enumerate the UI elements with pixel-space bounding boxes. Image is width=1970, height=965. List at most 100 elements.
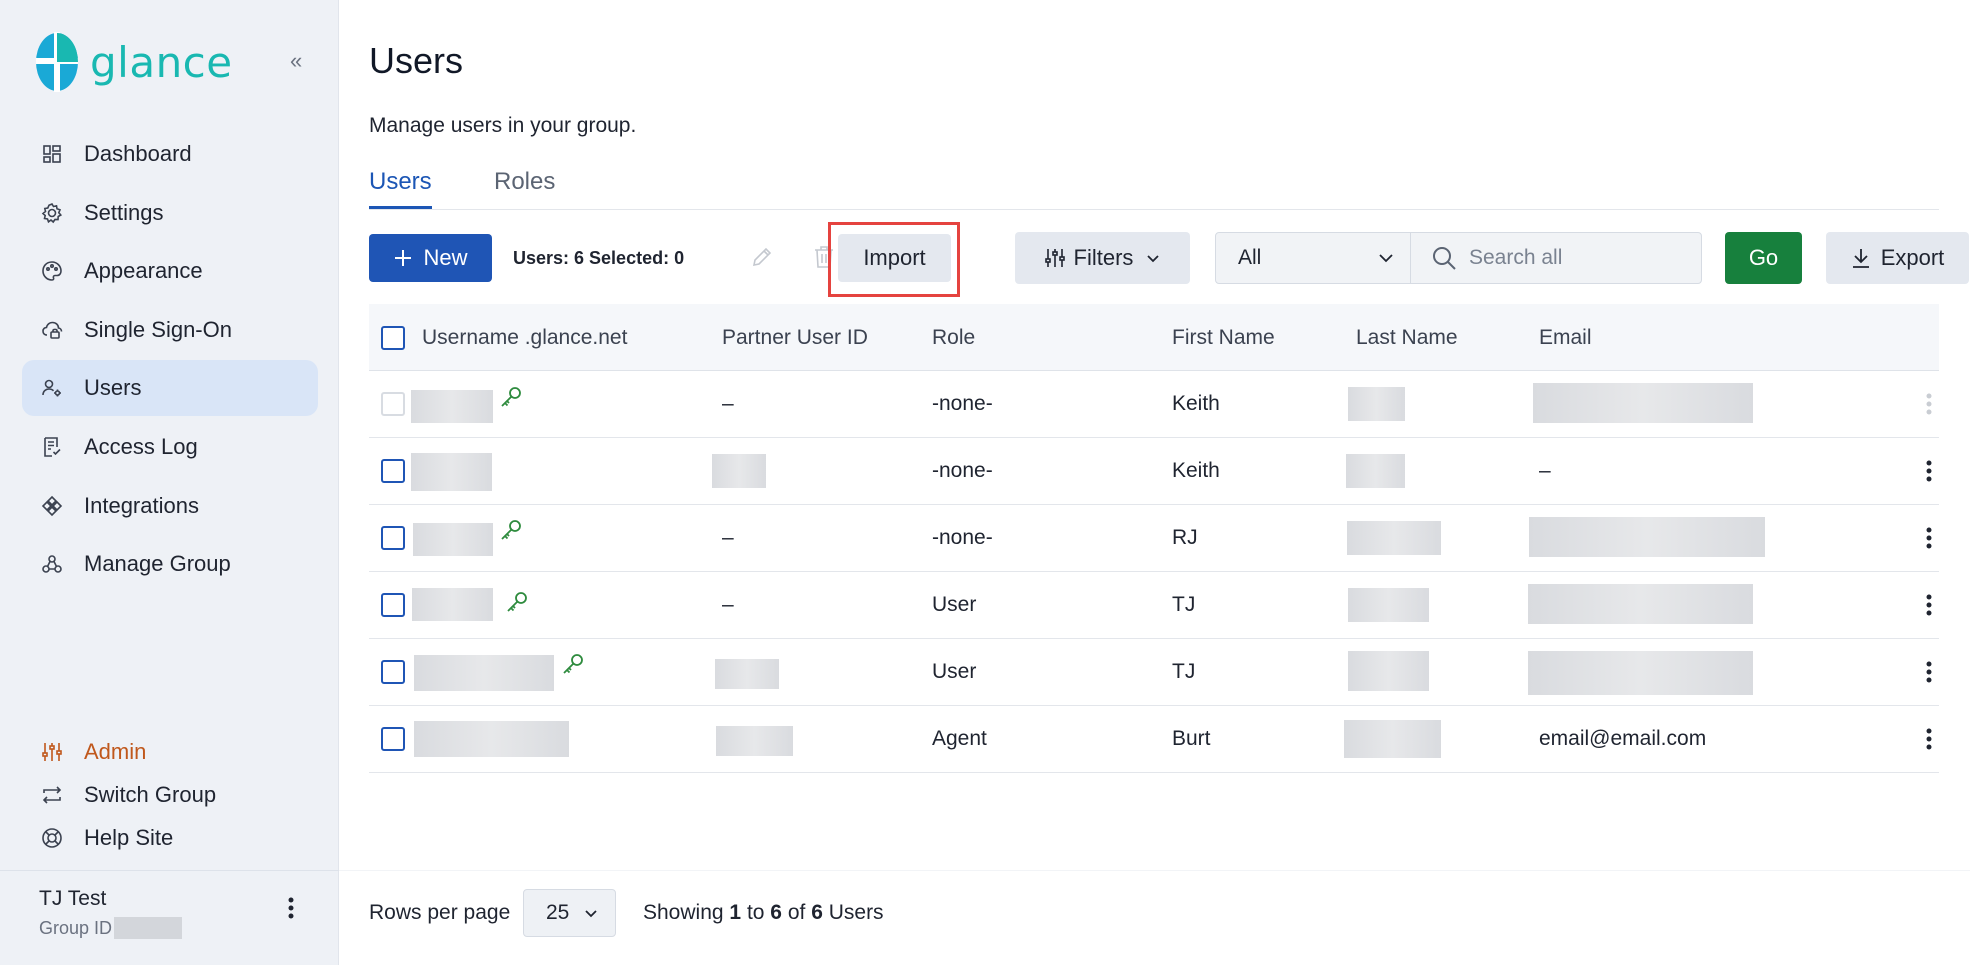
- search-scope-select[interactable]: All: [1215, 232, 1411, 284]
- sidebar-item-switch-group[interactable]: Switch Group: [22, 773, 318, 816]
- rows-per-page-select[interactable]: 25: [523, 889, 616, 937]
- table-row[interactable]: – -none- Keith: [369, 371, 1939, 438]
- row-actions-kebab-icon[interactable]: [1919, 389, 1939, 419]
- sliders-icon: [40, 740, 64, 764]
- search-icon: [1433, 247, 1456, 270]
- email-redacted: [1529, 517, 1765, 557]
- role: -none-: [932, 459, 993, 482]
- filters-icon: [1044, 249, 1065, 267]
- last-name-redacted: [1348, 387, 1405, 421]
- filters-button[interactable]: Filters: [1015, 232, 1190, 284]
- column-header-last-name[interactable]: Last Name: [1356, 326, 1458, 350]
- sidebar-nav: Dashboard Settings Appearance Single Sig…: [22, 126, 318, 595]
- row-actions-kebab-icon[interactable]: [1919, 456, 1939, 486]
- column-header-first-name[interactable]: First Name: [1172, 326, 1275, 350]
- plus-icon: [395, 250, 412, 266]
- sidebar-item-dashboard[interactable]: Dashboard: [22, 126, 318, 182]
- integrations-icon: [40, 494, 64, 518]
- partner-user-id: –: [722, 526, 734, 549]
- toolbar: New Users: 6 Selected: 0 Import Filters …: [369, 222, 1969, 297]
- row-actions-kebab-icon[interactable]: [1919, 523, 1939, 553]
- showing-of-word: of: [787, 901, 806, 924]
- row-checkbox[interactable]: [381, 526, 405, 550]
- sidebar-item-users[interactable]: Users: [22, 360, 318, 417]
- sidebar-item-admin[interactable]: Admin: [22, 730, 318, 773]
- showing-summary: Showing 1 to 6 of 6 Users: [643, 901, 884, 925]
- row-checkbox[interactable]: [381, 660, 405, 684]
- sidebar-item-manage-group[interactable]: Manage Group: [22, 536, 318, 592]
- search-input[interactable]: [1469, 246, 1689, 270]
- email-redacted: [1528, 651, 1753, 695]
- new-button-label: New: [423, 245, 468, 270]
- brand-name: glance: [90, 37, 233, 87]
- dashboard-icon: [40, 142, 64, 166]
- tab-roles[interactable]: Roles: [494, 168, 555, 206]
- collapse-sidebar-icon[interactable]: «: [290, 48, 302, 74]
- table-row[interactable]: Agent Burt email@email.com: [369, 706, 1939, 773]
- go-button[interactable]: Go: [1725, 232, 1802, 284]
- table-row[interactable]: – User TJ: [369, 572, 1939, 639]
- sidebar-item-label: Users: [84, 375, 142, 401]
- table-row[interactable]: – -none- RJ: [369, 505, 1939, 572]
- sidebar-item-label: Appearance: [84, 258, 203, 284]
- page-subtitle: Manage users in your group.: [369, 114, 637, 137]
- key-icon: [563, 654, 583, 674]
- partner-user-id-redacted: [715, 659, 779, 689]
- import-button[interactable]: Import: [838, 234, 951, 282]
- chevron-down-icon: [1379, 254, 1393, 263]
- sidebar-item-settings[interactable]: Settings: [22, 185, 318, 241]
- tab-users[interactable]: Users: [369, 168, 432, 209]
- glance-logo[interactable]: glance: [36, 32, 233, 92]
- last-name-redacted: [1348, 588, 1429, 622]
- sidebar-item-integrations[interactable]: Integrations: [22, 478, 318, 534]
- search-scope-value: All: [1238, 246, 1262, 269]
- role: Agent: [932, 727, 987, 750]
- cloud-lock-icon: [40, 318, 64, 342]
- group-icon: [40, 552, 64, 576]
- table-row[interactable]: -none- Keith –: [369, 438, 1939, 505]
- row-actions-kebab-icon[interactable]: [1919, 657, 1939, 687]
- sidebar-item-label: Switch Group: [84, 781, 217, 807]
- main-content: Users Manage users in your group. Users …: [339, 0, 1970, 965]
- sidebar-item-appearance[interactable]: Appearance: [22, 243, 318, 299]
- sidebar-item-help-site[interactable]: Help Site: [22, 816, 318, 859]
- email: email@email.com: [1539, 727, 1707, 750]
- row-checkbox[interactable]: [381, 392, 405, 416]
- table-row[interactable]: User TJ: [369, 639, 1939, 706]
- column-header-role[interactable]: Role: [932, 326, 975, 350]
- export-button[interactable]: Export: [1826, 232, 1969, 284]
- user-menu-kebab-icon[interactable]: [288, 895, 294, 926]
- sidebar-item-label: Manage Group: [84, 551, 231, 577]
- gear-icon: [40, 201, 64, 225]
- switch-icon: [40, 783, 64, 807]
- download-icon: [1852, 249, 1869, 268]
- group-id-label: Group ID: [39, 917, 113, 938]
- last-name-redacted: [1348, 651, 1429, 691]
- sidebar-item-single-sign-on[interactable]: Single Sign-On: [22, 302, 318, 358]
- row-checkbox[interactable]: [381, 727, 405, 751]
- new-user-button[interactable]: New: [369, 234, 492, 282]
- row-checkbox[interactable]: [381, 459, 405, 483]
- rows-per-page-value: 25: [546, 901, 570, 924]
- column-header-partner-user-id[interactable]: Partner User ID: [722, 326, 868, 350]
- partner-user-id: –: [722, 593, 734, 616]
- showing-suffix: Users: [828, 901, 884, 924]
- first-name: RJ: [1172, 526, 1198, 549]
- first-name: Burt: [1172, 727, 1211, 750]
- log-icon: [40, 435, 64, 459]
- row-checkbox[interactable]: [381, 593, 405, 617]
- glance-logo-icon: [36, 32, 78, 92]
- username-redacted: [414, 655, 554, 691]
- palette-icon: [40, 259, 64, 283]
- showing-prefix: Showing: [643, 901, 724, 924]
- chevron-down-icon: [585, 910, 597, 918]
- edit-pencil-icon[interactable]: [747, 242, 777, 272]
- row-actions-kebab-icon[interactable]: [1919, 724, 1939, 754]
- partner-user-id-redacted: [716, 726, 793, 756]
- sidebar-item-access-log[interactable]: Access Log: [22, 419, 318, 475]
- row-actions-kebab-icon[interactable]: [1919, 590, 1939, 620]
- select-all-checkbox[interactable]: [381, 326, 405, 350]
- column-header-username[interactable]: Username .glance.net: [422, 326, 627, 350]
- column-header-email[interactable]: Email: [1539, 326, 1592, 350]
- email: –: [1539, 459, 1551, 482]
